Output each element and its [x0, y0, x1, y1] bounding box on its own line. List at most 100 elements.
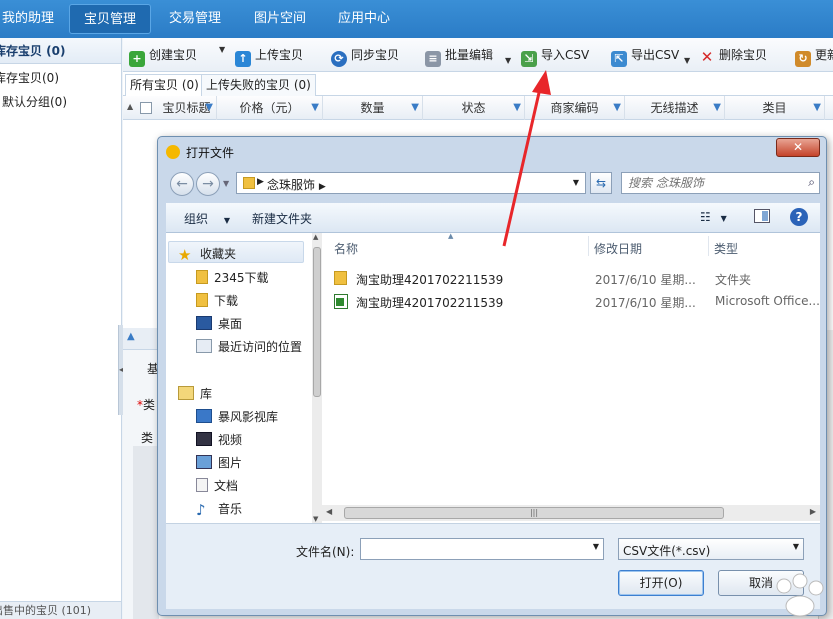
forward-button[interactable]: → — [196, 172, 220, 196]
tab-item-management[interactable]: 宝贝管理 — [69, 4, 151, 34]
filename-label: 文件名(N): — [296, 545, 355, 559]
tab-my-assistant[interactable]: 我的助理 — [0, 0, 56, 38]
path-segment[interactable]: 念珠服饰 ▶ — [267, 176, 326, 193]
new-folder-button[interactable]: 新建文件夹 — [252, 210, 312, 227]
paw-watermark-icon — [776, 573, 824, 617]
nav-favorites[interactable]: ★ 收藏夹 — [178, 245, 236, 264]
column-quantity[interactable]: 数量 ▼ — [323, 96, 423, 120]
app-logo-icon — [166, 145, 180, 159]
search-input[interactable] — [628, 174, 798, 192]
column-status[interactable]: 状态 ▼ — [423, 96, 525, 120]
recent-places-icon — [196, 339, 212, 353]
file-type: Microsoft Office... — [715, 294, 820, 308]
scroll-up-icon[interactable]: ▲ — [313, 233, 318, 241]
sidebar-item-inventory[interactable]: 库存宝贝(0) — [0, 66, 121, 90]
sort-up-icon[interactable]: ▲ — [127, 102, 133, 111]
chevron-right-icon[interactable]: ▶ — [257, 177, 264, 187]
help-icon[interactable]: ? — [790, 208, 808, 226]
organize-button[interactable]: 组织 ▼ — [184, 210, 230, 227]
path-box[interactable]: ▶ 念珠服饰 ▶ ▼ — [236, 172, 586, 194]
nav-item-2345-download[interactable]: 2345下载 — [196, 269, 269, 286]
open-button[interactable]: 打开(O) — [618, 570, 704, 596]
nav-scroll-thumb[interactable] — [313, 247, 321, 397]
scroll-left-icon[interactable]: ◀ — [326, 507, 332, 516]
column-category[interactable]: 类目 ▼ — [725, 96, 825, 120]
column-name[interactable]: 名称 — [334, 240, 358, 257]
scroll-down-icon[interactable]: ▼ — [313, 515, 318, 523]
file-date: 2017/6/10 星期... — [595, 273, 696, 287]
export-csv-button[interactable]: ⇱ 导出CSV — [611, 45, 679, 67]
chevron-down-icon[interactable]: ▼ — [223, 179, 229, 188]
tab-app-center[interactable]: 应用中心 — [327, 0, 401, 38]
filter-icon[interactable]: ▼ — [311, 96, 319, 120]
chevron-down-icon[interactable]: ▼ — [593, 542, 599, 551]
column-merchant-code[interactable]: 商家编码 ▼ — [525, 96, 625, 120]
filetype-select[interactable]: CSV文件(*.csv) ▼ — [618, 538, 804, 560]
column-title[interactable]: 宝贝标题 ▼ — [157, 96, 217, 120]
chevron-down-icon[interactable]: ▼ — [573, 178, 579, 187]
category-label-2: 类 — [141, 431, 154, 445]
filter-icon[interactable]: ▼ — [513, 96, 521, 120]
filter-icon[interactable]: ▼ — [411, 96, 419, 120]
file-row[interactable]: 淘宝助理4201702211539 2017/6/10 星期... Micros… — [322, 292, 820, 312]
dialog-title: 打开文件 — [186, 146, 235, 160]
hscroll-thumb[interactable]: ||| — [344, 507, 724, 519]
toolbar: + 创建宝贝 ▼ ↑ 上传宝贝 ⟳ 同步宝贝 ≡ 批量编辑 ▼ ⇲ 导入CSV ⇱ 导出CS… — [123, 38, 833, 72]
nav-scrollbar[interactable]: ▲ ▼ — [312, 233, 322, 523]
nav-item-storm-video[interactable]: 暴风影视库 — [196, 408, 278, 425]
scroll-right-icon[interactable]: ▶ — [810, 507, 816, 516]
tab-image-space[interactable]: 图片空间 — [243, 0, 317, 38]
file-row[interactable]: 淘宝助理4201702211539 2017/6/10 星期... 文件夹 — [322, 269, 820, 289]
filter-icon[interactable]: ▼ — [813, 96, 821, 120]
nav-item-videos[interactable]: 视频 — [196, 431, 242, 448]
chevron-down-icon[interactable]: ▼ — [505, 56, 511, 65]
sync-item-button[interactable]: ⟳ 同步宝贝 — [331, 45, 399, 67]
sidebar-footer-onsale[interactable]: 出售中的宝贝 (101) — [0, 601, 121, 619]
file-list-hscroll[interactable]: ◀ ||| ▶ — [322, 505, 820, 521]
tab-upload-failed[interactable]: 上传失败的宝贝 (0) — [201, 74, 316, 96]
nav-item-desktop[interactable]: 桌面 — [196, 315, 242, 332]
import-csv-button[interactable]: ⇲ 导入CSV — [521, 45, 589, 67]
preview-pane-icon[interactable] — [754, 209, 770, 223]
grid-header: ▲ 宝贝标题 ▼ 价格（元） ▼ 数量 ▼ 状态 ▼ 商家编码 ▼ 无线描述 ▼ 类目 ▼ — [123, 96, 833, 120]
create-item-button[interactable]: + 创建宝贝 — [129, 45, 197, 67]
chevron-down-icon: ▼ — [792, 542, 799, 551]
delete-item-button[interactable]: ✕ 删除宝贝 — [699, 45, 767, 65]
search-icon[interactable]: ⌕ — [808, 175, 815, 190]
nav-item-recent-places[interactable]: 最近访问的位置 — [196, 338, 302, 355]
filename-input[interactable] — [365, 540, 585, 558]
nav-libraries[interactable]: 库 — [178, 385, 212, 402]
tab-trade-management[interactable]: 交易管理 — [158, 0, 232, 38]
column-modified-date[interactable]: 修改日期 — [594, 240, 642, 257]
filename-box: ▼ — [360, 538, 604, 560]
close-button[interactable]: ✕ — [776, 138, 820, 157]
select-all-checkbox[interactable] — [140, 102, 152, 114]
chevron-right-icon: ▶ — [318, 182, 326, 192]
chevron-down-icon[interactable]: ▼ — [219, 45, 225, 54]
tab-all-items[interactable]: 所有宝贝 (0) — [125, 74, 204, 97]
filter-icon[interactable]: ▼ — [205, 96, 213, 120]
column-type[interactable]: 类型 — [714, 240, 738, 257]
nav-item-music[interactable]: ♪ 音乐 — [196, 500, 242, 519]
nav-item-downloads[interactable]: 下载 — [196, 292, 238, 309]
star-icon: ★ — [178, 246, 192, 264]
view-menu-icon[interactable]: ☷ ▼ — [700, 210, 727, 224]
filter-icon[interactable]: ▼ — [613, 96, 621, 120]
nav-item-pictures[interactable]: 图片 — [196, 454, 242, 471]
update-button[interactable]: ↻更新 — [795, 45, 833, 67]
chevron-down-icon[interactable]: ▼ — [684, 56, 690, 65]
dialog-footer: 文件名(N): ▼ CSV文件(*.csv) ▼ 打开(O) 取消 — [166, 523, 820, 609]
refresh-button[interactable]: ⇆ — [590, 172, 612, 194]
file-date: 2017/6/10 星期... — [595, 296, 696, 310]
nav-item-documents[interactable]: 文档 — [196, 477, 238, 494]
upload-item-button[interactable]: ↑ 上传宝贝 — [235, 45, 303, 67]
inventory-header[interactable]: 库存宝贝 (0) — [0, 38, 121, 64]
command-bar: 组织 ▼ 新建文件夹 ☷ ▼ ? — [166, 203, 820, 233]
back-button[interactable]: ← — [170, 172, 194, 196]
filter-icon[interactable]: ▼ — [713, 96, 721, 120]
batch-edit-button[interactable]: ≡ 批量编辑 — [425, 45, 493, 67]
column-wireless-desc[interactable]: 无线描述 ▼ — [625, 96, 725, 120]
column-price[interactable]: 价格（元） ▼ — [217, 96, 323, 120]
sidebar-item-default-group[interactable]: 默认分组(0) — [2, 90, 121, 114]
upload-icon: ↑ — [235, 51, 251, 67]
